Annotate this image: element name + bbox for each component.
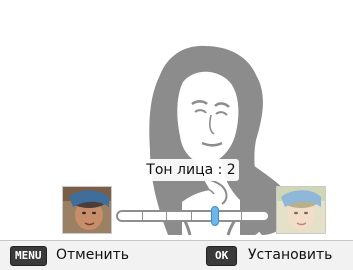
slider-tick <box>142 212 143 220</box>
darker-skin-preview-icon <box>62 186 112 234</box>
ok-key-badge[interactable]: OK <box>206 246 238 266</box>
skin-tone-slider-handle[interactable] <box>210 206 219 226</box>
lighter-skin-preview-icon <box>276 186 326 234</box>
camera-screen: Тон лица : 2 MENU Отменить OK Установить <box>0 0 353 270</box>
skin-tone-value-label: Тон лица : 2 <box>143 159 239 181</box>
bottom-action-bar: MENU Отменить OK Установить <box>0 240 353 270</box>
slider-tick <box>191 212 192 220</box>
cancel-label[interactable]: Отменить <box>56 245 129 265</box>
slider-tick <box>241 212 242 220</box>
silhouette-figure <box>149 45 291 236</box>
set-label[interactable]: Установить <box>248 245 332 265</box>
skin-tone-slider-track[interactable] <box>116 210 270 222</box>
slider-tick <box>166 212 167 220</box>
menu-key-badge[interactable]: MENU <box>10 246 47 266</box>
